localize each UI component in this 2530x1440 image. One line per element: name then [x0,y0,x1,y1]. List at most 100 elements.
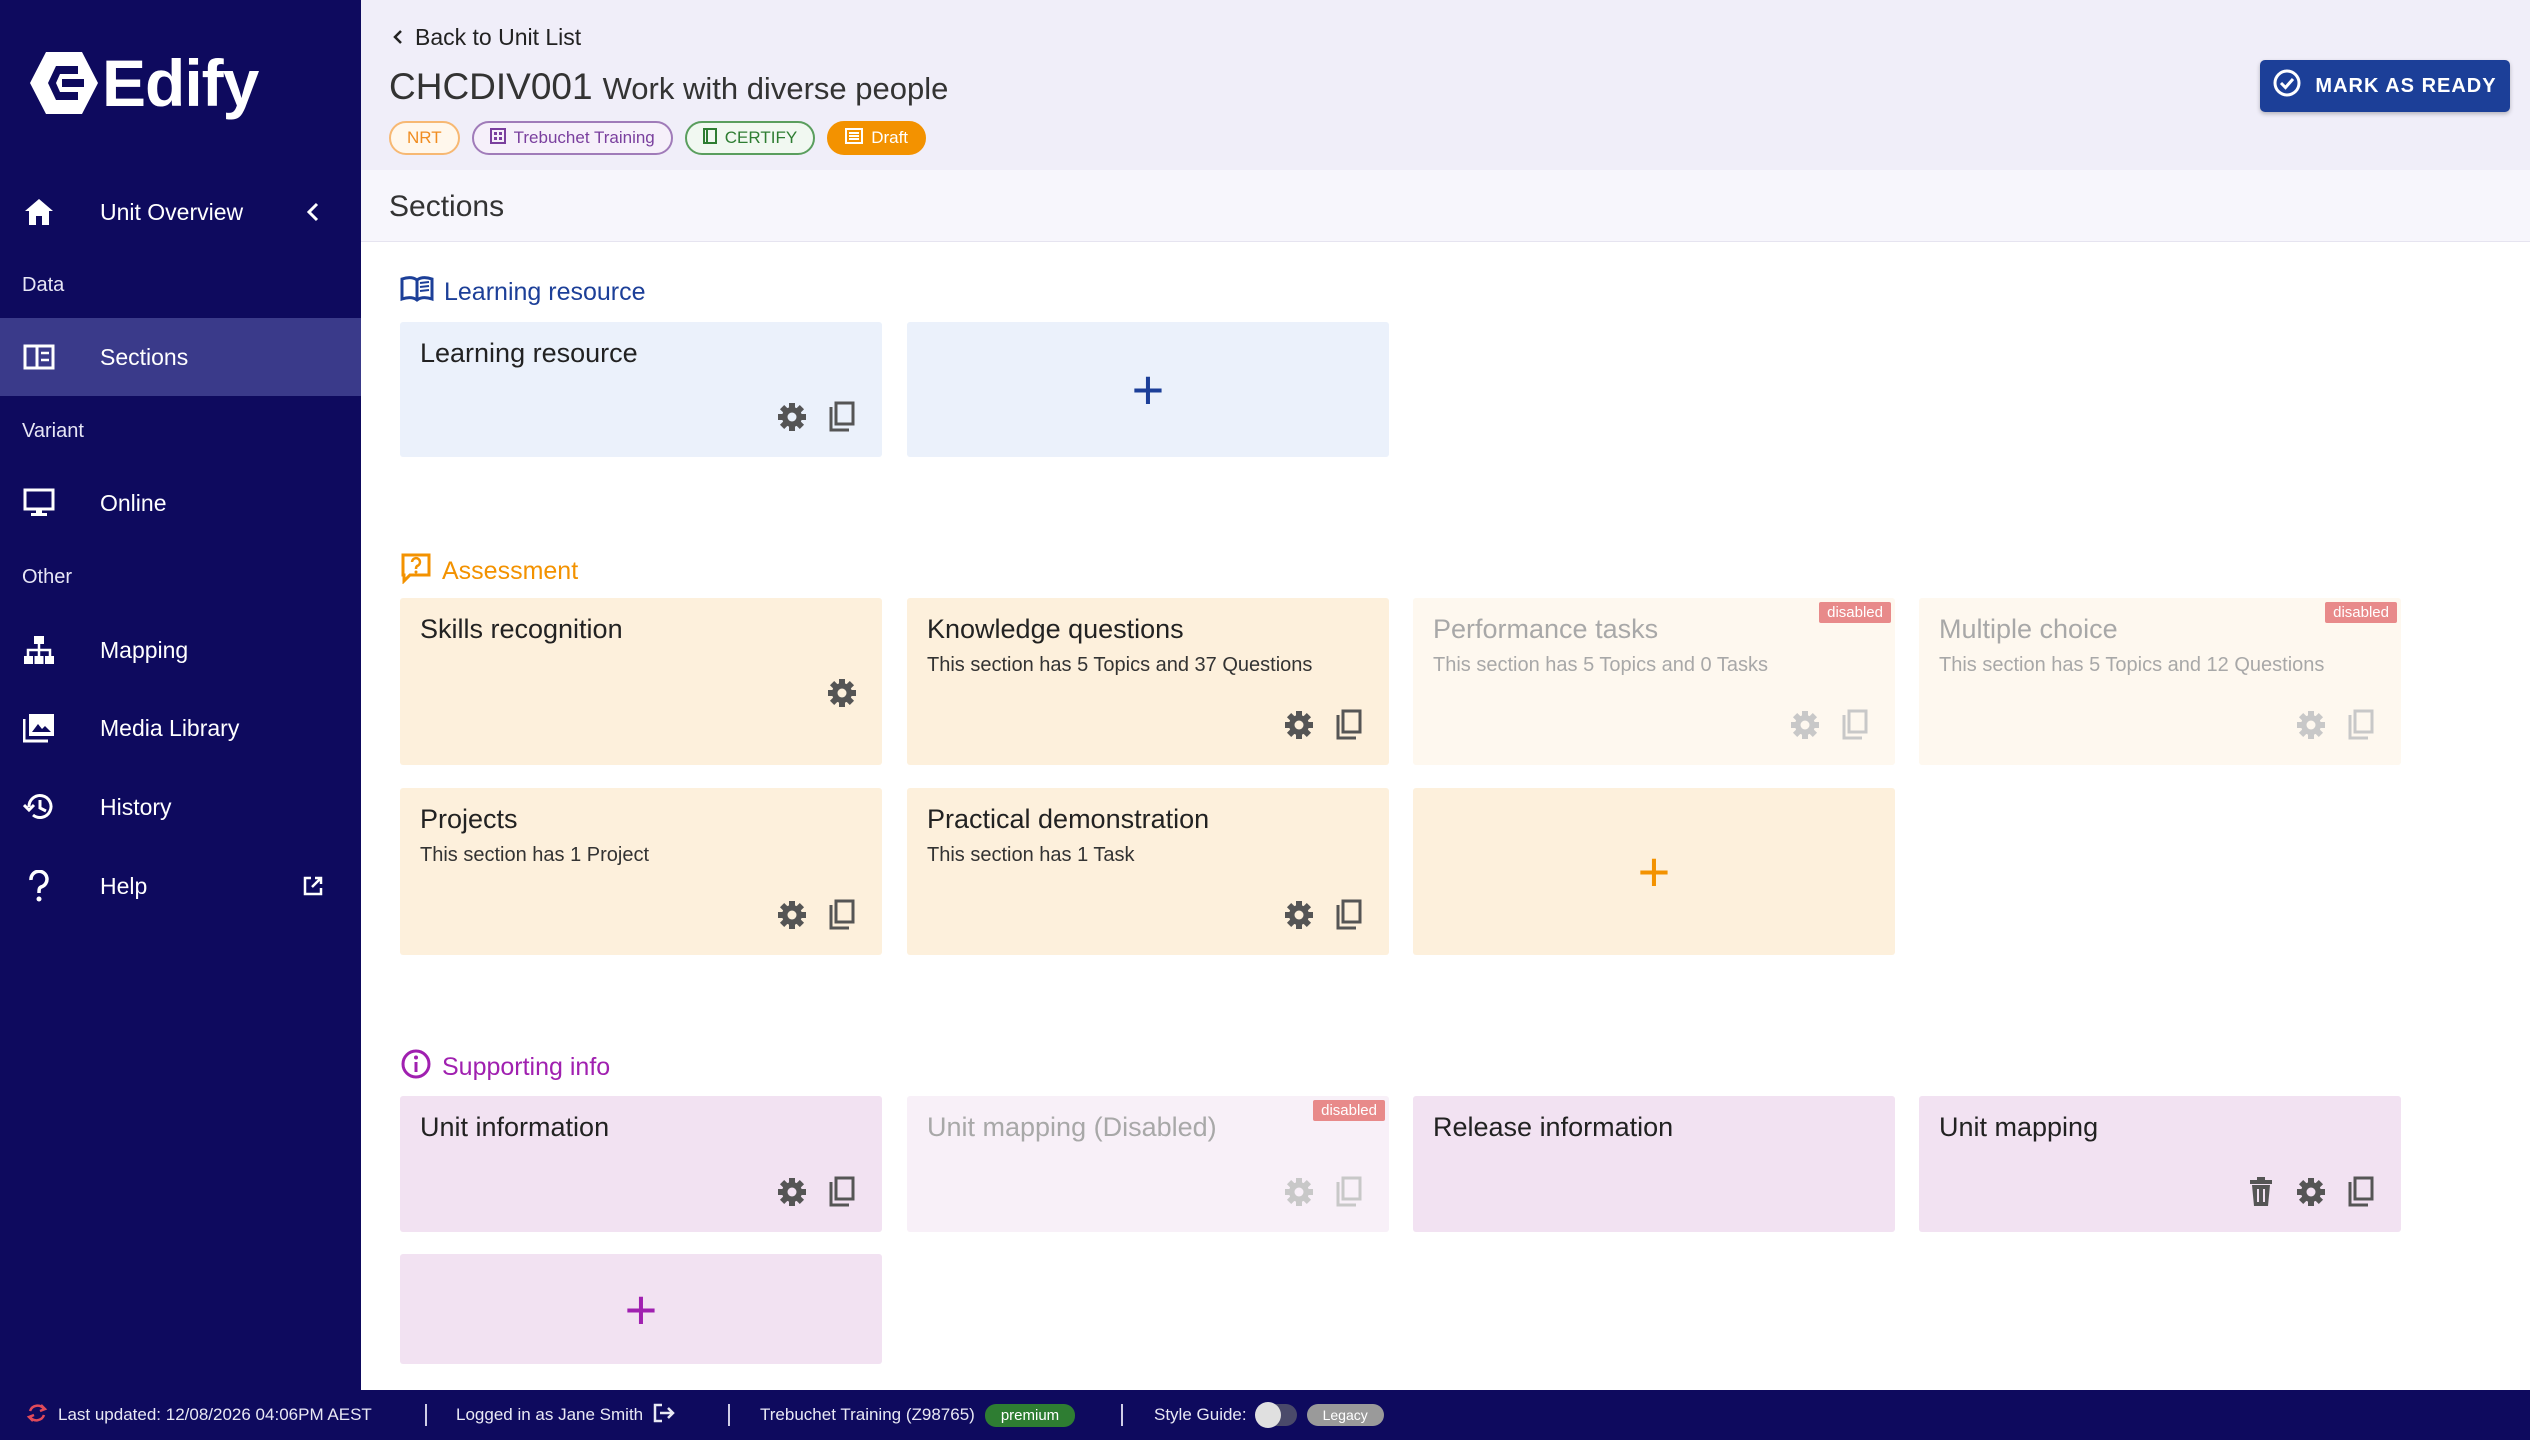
gear-icon[interactable] [2295,1176,2327,1208]
question-bubble-icon [400,552,432,591]
unit-code: CHCDIV001 [389,66,593,107]
copy-icon[interactable] [826,899,858,931]
section-card-unit-information[interactable]: Unit information [400,1096,882,1232]
nav-group-data: Data [22,274,65,296]
style-guide-badge: Legacy [1306,1404,1384,1426]
status-footer: Last updated: 12/08/2026 04:06PM AEST Lo… [0,1390,2530,1440]
card-title: Projects [420,804,518,834]
sidebar-item-label: Help [100,872,148,899]
last-updated: Last updated: 12/08/2026 04:06PM AEST [26,1390,372,1440]
collapse-chevron-icon[interactable] [301,200,325,224]
app-name: Edify [102,46,259,120]
card-actions [776,899,858,931]
logout-icon[interactable] [653,1403,675,1428]
section-card-learning-resource[interactable]: Learning resource [400,322,882,457]
copy-icon[interactable] [1333,709,1365,741]
gear-icon[interactable] [1283,709,1315,741]
section-card-projects[interactable]: Projects This section has 1 Project [400,788,882,955]
last-updated-text: Last updated: 12/08/2026 04:06PM AEST [58,1405,372,1424]
section-card-skills-recognition[interactable]: Skills recognition [400,598,882,765]
card-subtitle: This section has 5 Topics and 12 Questio… [1939,654,2325,676]
history-icon [22,790,56,824]
gear-icon[interactable] [1283,899,1315,931]
sidebar-item-label: Unit Overview [100,198,244,225]
plus-icon: + [1637,840,1671,903]
nav-group-other: Other [22,566,73,588]
mark-as-ready-label: MARK AS READY [2315,74,2497,97]
mark-as-ready-button[interactable]: MARK AS READY [2260,60,2510,112]
add-supporting-info-button[interactable]: + [400,1254,882,1364]
card-subtitle: This section has 5 Topics and 0 Tasks [1433,654,1768,676]
card-title: Practical demonstration [927,804,1210,834]
organisation-badge: Trebuchet Training [471,121,673,155]
copy-icon[interactable] [1839,709,1871,741]
help-icon [22,869,56,903]
gear-icon[interactable] [2295,709,2327,741]
group-title: Supporting info [442,1053,611,1081]
gear-icon[interactable] [776,1176,808,1208]
trash-icon[interactable] [2245,1176,2277,1208]
home-icon [22,195,56,229]
sidebar: Edify Unit Overview Data Sections Varian… [0,0,361,1390]
gear-icon[interactable] [826,677,858,709]
section-card-multiple-choice[interactable]: disabled Multiple choice This section ha… [1919,598,2401,765]
sections-icon [22,340,56,374]
badge-label: NRT [407,128,442,147]
sidebar-item-label: Mapping [100,636,189,663]
sidebar-item-history[interactable]: History [0,768,361,846]
info-icon [400,1048,432,1087]
copy-icon[interactable] [2345,1176,2377,1208]
sidebar-item-label: Media Library [100,714,240,741]
card-actions [826,677,858,709]
sidebar-item-unit-overview[interactable]: Unit Overview [0,173,361,251]
section-card-practical-demonstration[interactable]: Practical demonstration This section has… [907,788,1389,955]
edify-logo[interactable]: Edify [28,46,259,120]
add-assessment-button[interactable]: + [1413,788,1895,955]
section-card-performance-tasks[interactable]: disabled Performance tasks This section … [1413,598,1895,765]
copy-icon[interactable] [1333,899,1365,931]
card-title: Unit mapping [1939,1112,2099,1142]
assessment-heading: Assessment [400,552,578,591]
add-learning-resource-button[interactable]: + [907,322,1389,457]
disabled-badge: disabled [1819,602,1891,623]
card-actions [1283,899,1365,931]
copy-icon[interactable] [826,401,858,433]
copy-icon[interactable] [2345,709,2377,741]
logged-in-text: Logged in as Jane Smith [456,1405,644,1424]
sidebar-item-sections[interactable]: Sections [0,318,361,396]
footer-divider [728,1404,730,1426]
sidebar-item-media-library[interactable]: Media Library [0,689,361,767]
sections-bar: Sections [361,170,2530,242]
section-card-knowledge-questions[interactable]: Knowledge questions This section has 5 T… [907,598,1389,765]
sidebar-item-mapping[interactable]: Mapping [0,611,361,689]
card-title: Learning resource [420,338,638,368]
section-card-unit-mapping[interactable]: Unit mapping [1919,1096,2401,1232]
gear-icon[interactable] [776,401,808,433]
unit-header: Back to Unit List CHCDIV001 Work with di… [361,0,2530,170]
badge-label: Trebuchet Training [513,128,655,147]
sidebar-item-help[interactable]: Help [0,847,361,925]
check-circle-icon [2273,69,2301,103]
section-card-release-information[interactable]: Release information [1413,1096,1895,1232]
gear-icon[interactable] [1789,709,1821,741]
group-title: Assessment [442,557,579,585]
style-guide-toggle[interactable] [1254,1402,1297,1428]
card-title: Performance tasks [1433,614,1659,644]
open-book-icon [400,275,434,310]
chevron-left-icon [393,24,403,51]
copy-icon[interactable] [826,1176,858,1208]
footer-divider [425,1404,427,1426]
gear-icon[interactable] [1283,1176,1315,1208]
copy-icon[interactable] [1333,1176,1365,1208]
sidebar-item-online[interactable]: Online [0,464,361,542]
section-card-unit-mapping-disabled[interactable]: disabled Unit mapping (Disabled) [907,1096,1389,1232]
card-title: Unit information [420,1112,610,1142]
style-guide-label: Style Guide: [1154,1405,1247,1424]
card-actions [776,1176,858,1208]
gear-icon[interactable] [776,899,808,931]
back-to-unit-list-link[interactable]: Back to Unit List [393,24,581,51]
badge-label: CERTIFY [724,128,798,147]
book-icon [702,127,717,149]
sync-icon[interactable] [26,1402,48,1429]
building-icon [489,127,506,149]
